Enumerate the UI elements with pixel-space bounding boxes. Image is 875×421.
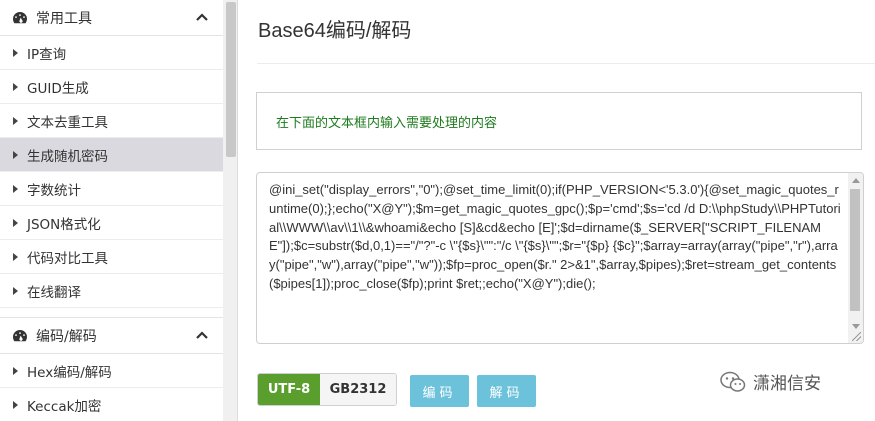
sidebar-item-translate[interactable]: 在线翻译 [0, 274, 223, 308]
input-textarea-content[interactable]: @ini_set("display_errors","0");@set_time… [269, 181, 844, 294]
watermark-text: 潇湘信安 [753, 374, 821, 394]
caret-right-icon [13, 184, 18, 193]
sidebar: 常用工具 IP查询 GUID生成 文本去重工具 生成随机密码 字数统计 JSON… [0, 0, 238, 421]
section-title: 编码/解码 [36, 328, 97, 345]
chevron-up-icon[interactable] [195, 10, 209, 24]
caret-right-icon [13, 218, 18, 227]
textarea-scrollbar[interactable] [848, 173, 863, 343]
gb2312-button[interactable]: GB2312 [320, 374, 396, 405]
sidebar-item-label: Keccak加密 [27, 398, 102, 415]
sidebar-item-label: 字数统计 [27, 182, 81, 199]
sidebar-item-label: Hex编码/解码 [27, 364, 112, 381]
resize-handle-icon[interactable] [852, 332, 861, 341]
sidebar-item-label: JSON格式化 [27, 216, 101, 233]
caret-right-icon [13, 48, 18, 57]
sidebar-item-guid[interactable]: GUID生成 [0, 70, 223, 104]
caret-right-icon [13, 286, 18, 295]
sidebar-item-label: IP查询 [27, 46, 67, 63]
sidebar-item-label: 在线翻译 [27, 284, 81, 301]
sidebar-item-random-password[interactable]: 生成随机密码 [0, 138, 223, 172]
caret-right-icon [13, 400, 18, 409]
caret-right-icon [13, 252, 18, 261]
sidebar-item-label: 文本去重工具 [27, 114, 108, 131]
scroll-down-arrow-icon[interactable] [852, 324, 860, 329]
section-header-common-tools[interactable]: 常用工具 [0, 0, 223, 36]
wechat-icon [720, 371, 746, 392]
textarea-scrollbar-thumb[interactable] [850, 189, 860, 311]
section-title: 常用工具 [36, 10, 92, 27]
sidebar-item-hex[interactable]: Hex编码/解码 [0, 354, 223, 388]
sidebar-item-label: 生成随机密码 [27, 148, 108, 165]
main-content: Base64编码/解码 在下面的文本框内输入需要处理的内容 @ini_set("… [239, 0, 875, 421]
sidebar-item-json-format[interactable]: JSON格式化 [0, 206, 223, 240]
decode-button[interactable]: 解码 [477, 375, 536, 407]
utf8-button[interactable]: UTF-8 [258, 374, 320, 405]
dashboard-icon [12, 328, 28, 344]
caret-right-icon [13, 82, 18, 91]
input-textarea[interactable]: @ini_set("display_errors","0");@set_time… [256, 172, 864, 344]
sidebar-item-label: GUID生成 [27, 80, 89, 97]
encode-button[interactable]: 编码 [410, 375, 469, 407]
wechat-watermark: 潇湘信安 [719, 369, 821, 394]
dashboard-icon [12, 10, 28, 26]
section-header-encode-decode[interactable]: 编码/解码 [0, 318, 223, 354]
scroll-up-arrow-icon[interactable] [852, 178, 860, 183]
sidebar-item-keccak[interactable]: Keccak加密 [0, 388, 223, 421]
sidebar-item-code-diff[interactable]: 代码对比工具 [0, 240, 223, 274]
sidebar-item-ip-lookup[interactable]: IP查询 [0, 36, 223, 70]
page-title: Base64编码/解码 [258, 20, 412, 42]
sidebar-scrollbar-thumb[interactable] [226, 2, 236, 157]
caret-right-icon [13, 150, 18, 159]
section-divider [0, 308, 223, 318]
sidebar-item-dedupe[interactable]: 文本去重工具 [0, 104, 223, 138]
caret-right-icon [13, 116, 18, 125]
chevron-up-icon[interactable] [195, 328, 209, 342]
sidebar-item-word-count[interactable]: 字数统计 [0, 172, 223, 206]
instruction-text: 在下面的文本框内输入需要处理的内容 [276, 115, 498, 131]
encoding-toggle: UTF-8 GB2312 [257, 373, 397, 406]
caret-right-icon [13, 366, 18, 375]
sidebar-menu: 常用工具 IP查询 GUID生成 文本去重工具 生成随机密码 字数统计 JSON… [0, 0, 223, 421]
instruction-panel: 在下面的文本框内输入需要处理的内容 [256, 92, 862, 150]
title-divider [257, 63, 875, 64]
sidebar-item-label: 代码对比工具 [27, 250, 108, 267]
